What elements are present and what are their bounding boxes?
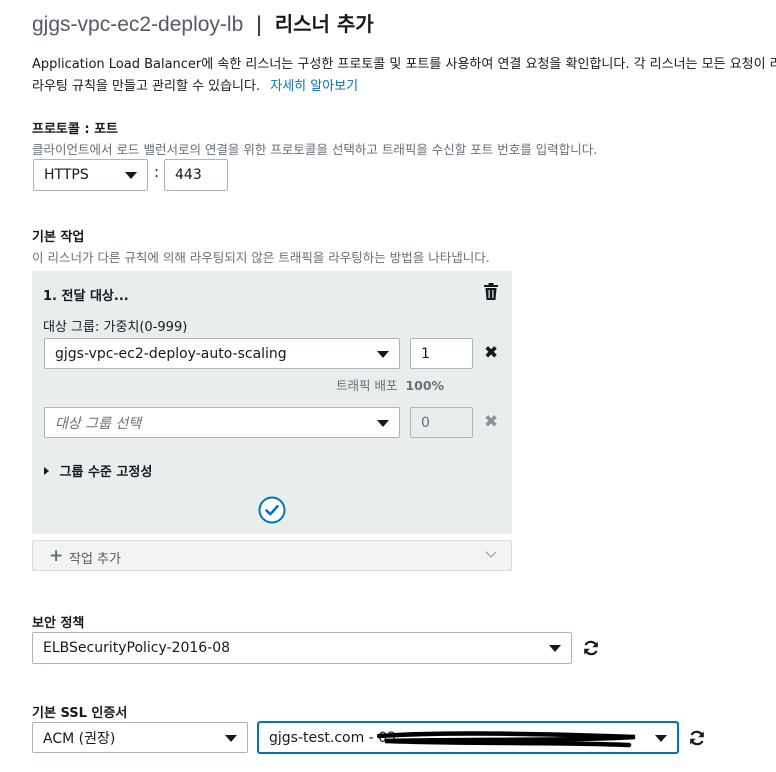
learn-more-link[interactable]: 자세히 알아보기 xyxy=(270,79,358,94)
close-icon[interactable]: ✖ xyxy=(484,345,498,362)
cert-source-select[interactable]: ACM (권장) xyxy=(32,722,248,753)
cert-source-value: ACM (권장) xyxy=(43,730,116,747)
close-icon: ✖ xyxy=(484,412,499,432)
caret-right-icon xyxy=(44,467,49,475)
weight-value-2: 0 xyxy=(421,414,430,431)
caret-down-icon xyxy=(225,734,237,742)
target-group-select-2[interactable]: 대상 그룹 선택 xyxy=(44,407,400,438)
target-group-name-1: gjgs-vpc-ec2-deploy-auto-scaling xyxy=(55,345,287,362)
protocol-port-label: 프로토콜 : 포트 xyxy=(32,122,119,137)
caret-down-icon xyxy=(125,172,137,179)
intro-line-2: 라우팅 규칙을 만들고 관리할 수 있습니다. 자세히 알아보기 xyxy=(32,76,776,98)
default-action-label: 기본 작업 xyxy=(32,230,85,245)
chevron-down-icon xyxy=(485,546,497,558)
intro-line-1: Application Load Balancer에 속한 리스너는 구성한 프… xyxy=(32,57,776,72)
port-input[interactable]: 443 xyxy=(164,159,228,191)
caret-down-icon xyxy=(655,734,667,742)
default-action-panel: 1. 전달 대상... 대상 그룹: 가중치(0-999) gjgs-vpc-e… xyxy=(32,271,512,534)
certificate-select[interactable]: gjgs-test.com - 03 xyxy=(258,722,678,753)
refresh-icon[interactable] xyxy=(688,729,706,747)
traffic-distribution: 트래픽 배포 100% xyxy=(336,375,444,394)
redaction-scribble xyxy=(377,731,636,748)
check-circle-icon[interactable] xyxy=(258,496,286,528)
port-value: 443 xyxy=(175,167,202,183)
ssl-cert-label: 기본 SSL 인증서 xyxy=(32,706,128,721)
traffic-label: 트래픽 배포 xyxy=(336,378,398,393)
trash-icon[interactable] xyxy=(484,283,498,304)
protocol-port-colon: : xyxy=(154,163,160,181)
plus-icon: + xyxy=(49,546,64,566)
security-policy-select[interactable]: ELBSecurityPolicy-2016-08 xyxy=(32,632,572,664)
protocol-select[interactable]: HTTPS xyxy=(33,159,148,191)
load-balancer-name: gjgs-vpc-ec2-deploy-lb xyxy=(32,13,244,36)
page-title: 리스너 추가 xyxy=(274,12,374,36)
caret-down-icon xyxy=(377,350,389,358)
security-policy-label: 보안 정책 xyxy=(32,616,85,631)
stickiness-label: 그룹 수준 고정성 xyxy=(59,465,153,480)
stickiness-toggle[interactable]: 그룹 수준 고정성 xyxy=(44,461,152,480)
intro-description: Application Load Balancer에 속한 리스너는 구성한 프… xyxy=(32,54,776,98)
refresh-icon[interactable] xyxy=(582,639,600,657)
add-action-label: 작업 추가 xyxy=(69,552,121,567)
target-group-placeholder: 대상 그룹 선택 xyxy=(55,415,142,432)
security-policy-value: ELBSecurityPolicy-2016-08 xyxy=(43,640,231,656)
target-group-label: 대상 그룹: 가중치(0-999) xyxy=(43,320,188,335)
traffic-value: 100% xyxy=(405,378,445,393)
weight-input-2: 0 xyxy=(410,407,473,438)
caret-down-icon xyxy=(377,419,389,427)
action-title: 1. 전달 대상... xyxy=(43,289,129,304)
protocol-value: HTTPS xyxy=(44,167,89,183)
add-action-button[interactable]: + 작업 추가 xyxy=(32,540,512,571)
target-group-select-1[interactable]: gjgs-vpc-ec2-deploy-auto-scaling xyxy=(44,338,400,369)
intro-line-2-text: 라우팅 규칙을 만들고 관리할 수 있습니다. xyxy=(32,79,261,94)
default-action-hint: 이 리스너가 다른 규칙에 의해 라우팅되지 않은 트래픽을 라우팅하는 방법을… xyxy=(32,250,490,265)
caret-down-icon xyxy=(549,645,561,652)
page-header: gjgs-vpc-ec2-deploy-lb | 리스너 추가 xyxy=(32,8,374,37)
protocol-port-hint: 클라이언트에서 로드 밸런서로의 연결을 위한 프로토콜을 선택하고 트래픽을 … xyxy=(32,142,598,157)
weight-value-1: 1 xyxy=(421,345,430,362)
weight-input-1[interactable]: 1 xyxy=(410,338,473,369)
header-separator: | xyxy=(255,12,263,36)
